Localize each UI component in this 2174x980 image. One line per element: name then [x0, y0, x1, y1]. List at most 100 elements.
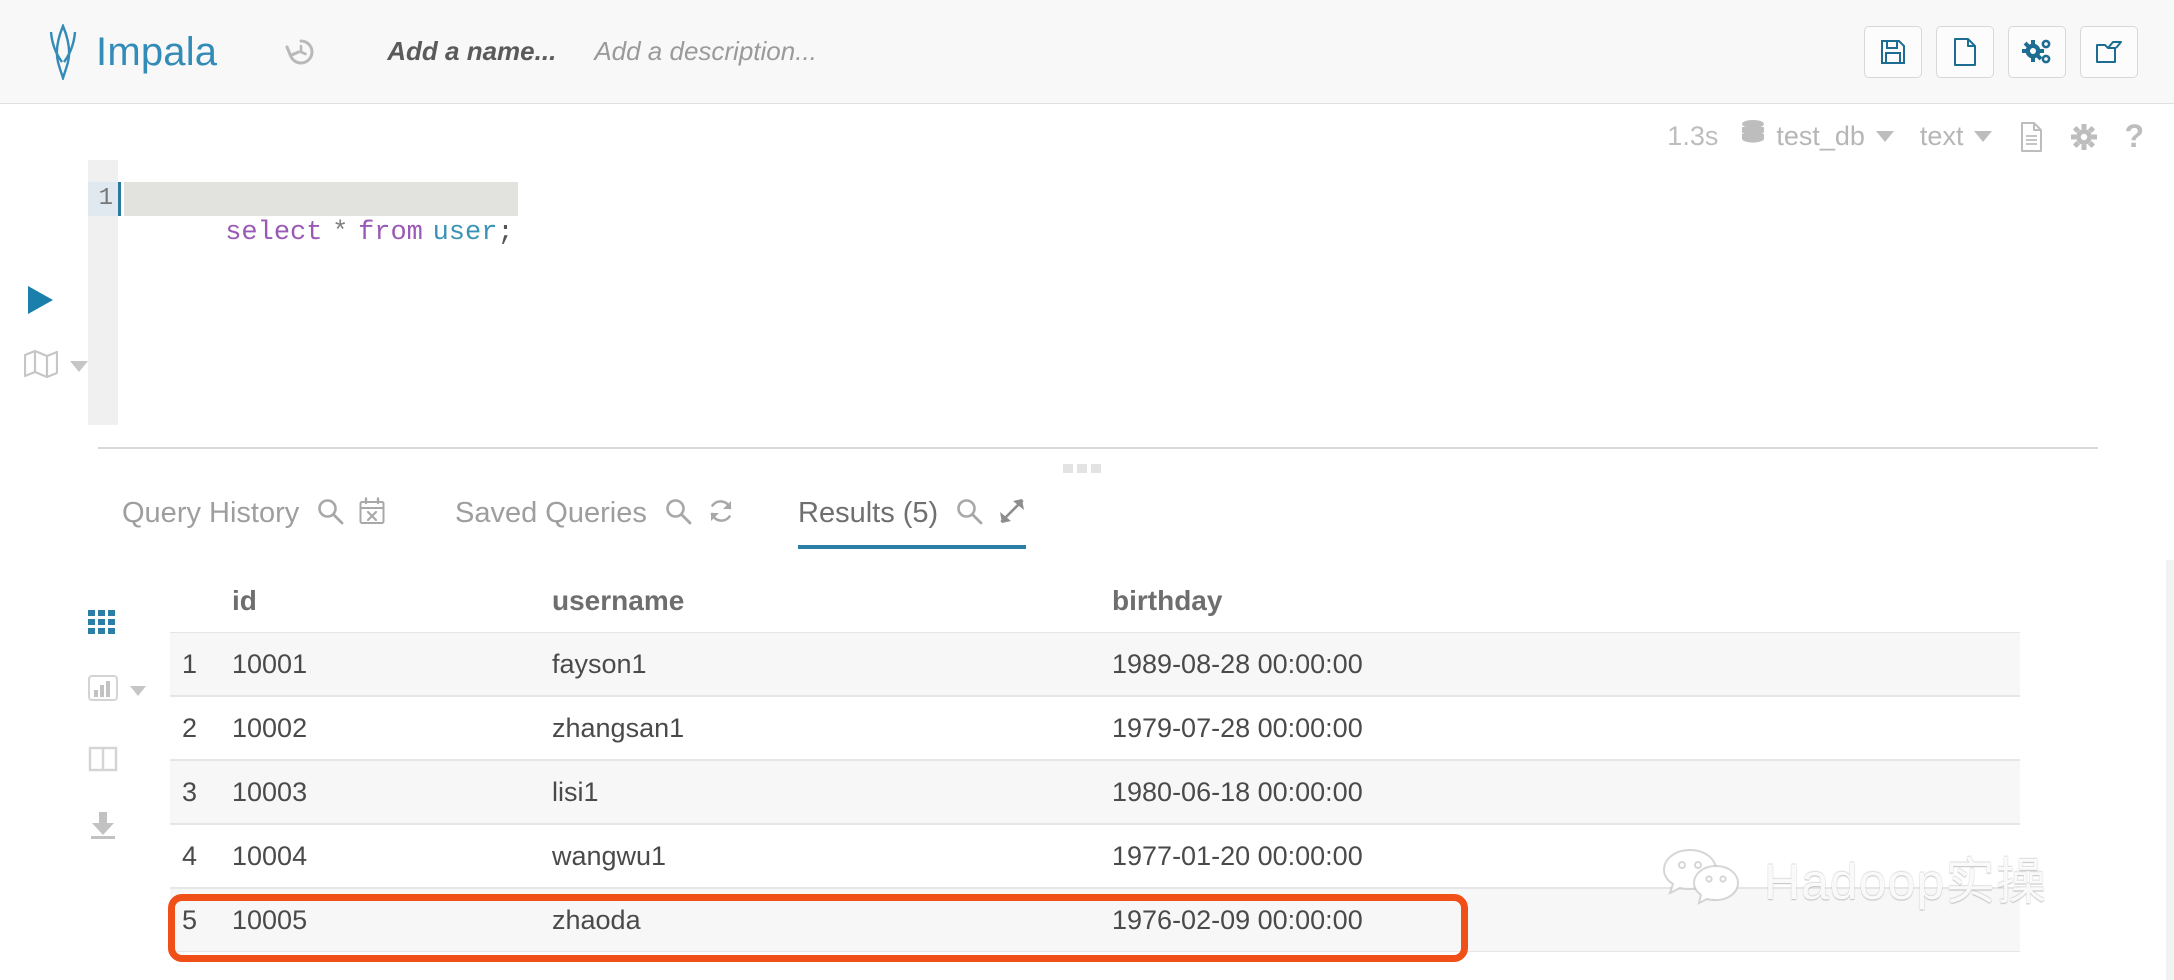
tab-query-history-label: Query History: [122, 497, 300, 529]
search-icon[interactable]: [316, 497, 344, 530]
document-icon[interactable]: [2020, 121, 2044, 152]
column-header-birthday[interactable]: birthday: [1112, 585, 2020, 617]
results-vertical-scrollbar[interactable]: [2166, 560, 2174, 980]
sql-token-star: *: [332, 218, 349, 248]
cell-username: fayson1: [552, 648, 647, 679]
header-action-buttons: [1864, 25, 2138, 78]
cell-birthday: 1976-02-09 00:00:00: [1112, 904, 1363, 935]
query-description-input[interactable]: Add a description...: [594, 36, 817, 67]
editor-meta-bar: 1.3s test_db text ?: [1667, 118, 2144, 155]
tab-saved-queries[interactable]: Saved Queries: [455, 497, 735, 530]
row-number-header: [170, 586, 232, 617]
expand-icon[interactable]: [998, 497, 1026, 530]
tab-saved-queries-label: Saved Queries: [455, 497, 647, 529]
row-number: 3: [182, 776, 198, 807]
cell-username: lisi1: [552, 776, 599, 807]
search-icon[interactable]: [664, 497, 692, 530]
editor-gutter: 1: [88, 160, 118, 425]
database-icon: [1740, 119, 1766, 154]
app-title: Impala: [96, 29, 218, 74]
grid-view-icon[interactable]: [88, 610, 148, 636]
sql-token-from: from: [358, 218, 423, 248]
map-view-button[interactable]: [23, 349, 88, 383]
cell-birthday: 1980-06-18 00:00:00: [1112, 776, 1363, 807]
database-selector[interactable]: test_db: [1740, 119, 1894, 154]
chart-view-icon[interactable]: [88, 674, 148, 707]
chevron-down-icon: [1875, 131, 1894, 142]
open-button[interactable]: [2080, 25, 2138, 78]
sql-editor-area: 1 select * from user;: [0, 160, 2174, 425]
play-run-icon[interactable]: [24, 284, 56, 321]
tab-results-underline: [798, 545, 1027, 549]
results-tab-bar: Query History Saved Queries Results (5): [0, 495, 2174, 555]
chevron-down-icon: [1974, 131, 1993, 142]
cell-id: 10003: [232, 776, 308, 807]
gear-icon[interactable]: [2070, 123, 2098, 151]
column-header-id[interactable]: id: [232, 585, 552, 617]
table-row[interactable]: 4 10004 wangwu1 1977-01-20 00:00:00: [170, 824, 2020, 888]
cell-username: wangwu1: [552, 840, 667, 871]
columns-view-icon[interactable]: [88, 745, 148, 773]
open-folder-icon: [2095, 39, 2123, 65]
settings-button[interactable]: [2008, 25, 2066, 78]
sql-code-line[interactable]: select * from user;: [124, 182, 518, 248]
row-number: 1: [182, 648, 198, 679]
table-row[interactable]: 5 10005 zhaoda 1976-02-09 00:00:00: [170, 888, 2020, 952]
tab-saved-queries-icons: [664, 497, 735, 530]
calendar-clear-icon[interactable]: [359, 497, 385, 530]
editor-line-number: 1: [88, 182, 118, 216]
editor-cursor: [118, 182, 121, 216]
chevron-down-icon: [130, 685, 146, 696]
app-header: Impala Add a name... Add a description..…: [0, 0, 2174, 104]
cell-id: 10004: [232, 840, 308, 871]
database-name: test_db: [1776, 121, 1865, 151]
query-name-input[interactable]: Add a name...: [387, 36, 556, 67]
table-row[interactable]: 1 10001 fayson1 1989-08-28 00:00:00: [170, 632, 2020, 696]
sql-token-select: select: [225, 218, 323, 248]
cell-id: 10002: [232, 712, 308, 743]
cell-username: zhangsan1: [552, 712, 685, 743]
cell-username: zhaoda: [552, 904, 641, 935]
cell-id: 10005: [232, 904, 308, 935]
save-button[interactable]: [1864, 25, 1922, 78]
refresh-icon[interactable]: [707, 497, 735, 530]
impala-logo-icon: [46, 23, 80, 80]
row-number: 5: [182, 904, 198, 935]
resize-drag-handle[interactable]: [1063, 464, 1101, 473]
tab-query-history[interactable]: Query History: [122, 497, 385, 530]
editor-results-divider: [98, 447, 2098, 449]
new-document-icon: [1953, 37, 1977, 66]
cell-id: 10001: [232, 648, 308, 679]
new-query-button[interactable]: [1936, 25, 1994, 78]
tab-query-history-icons: [316, 497, 385, 530]
cell-birthday: 1979-07-28 00:00:00: [1112, 712, 1363, 743]
tab-results-icons: [955, 497, 1026, 530]
format-label: text: [1919, 121, 1964, 151]
results-table: id username birthday 1 10001 fayson1 198…: [170, 570, 2020, 952]
download-icon[interactable]: [88, 811, 148, 839]
execution-time: 1.3s: [1667, 121, 1719, 151]
map-icon: [23, 349, 59, 383]
question-mark-icon[interactable]: ?: [2124, 118, 2144, 155]
tab-results-label: Results (5): [798, 497, 939, 529]
results-table-header: id username birthday: [170, 570, 2020, 632]
row-number: 4: [182, 840, 198, 871]
format-selector[interactable]: text: [1920, 121, 1993, 152]
cell-birthday: 1989-08-28 00:00:00: [1112, 648, 1363, 679]
search-icon[interactable]: [955, 497, 983, 530]
tab-results[interactable]: Results (5): [798, 497, 1027, 549]
floppy-save-icon: [1880, 39, 1906, 65]
bar-chart-icon: [88, 674, 118, 707]
impala-query-editor-page: Impala Add a name... Add a description..…: [0, 0, 2174, 980]
table-row[interactable]: 2 10002 zhangsan1 1979-07-28 00:00:00: [170, 696, 2020, 760]
sql-token-table: user: [432, 218, 498, 248]
gears-icon: [2022, 38, 2052, 66]
chevron-down-icon: [70, 361, 88, 372]
cell-birthday: 1977-01-20 00:00:00: [1112, 840, 1363, 871]
history-revert-icon[interactable]: [283, 34, 319, 70]
row-number: 2: [182, 712, 198, 743]
editor-left-actions: [0, 160, 88, 425]
results-view-sidebar: [88, 610, 148, 877]
column-header-username[interactable]: username: [552, 585, 1112, 617]
table-row[interactable]: 3 10003 lisi1 1980-06-18 00:00:00: [170, 760, 2020, 824]
